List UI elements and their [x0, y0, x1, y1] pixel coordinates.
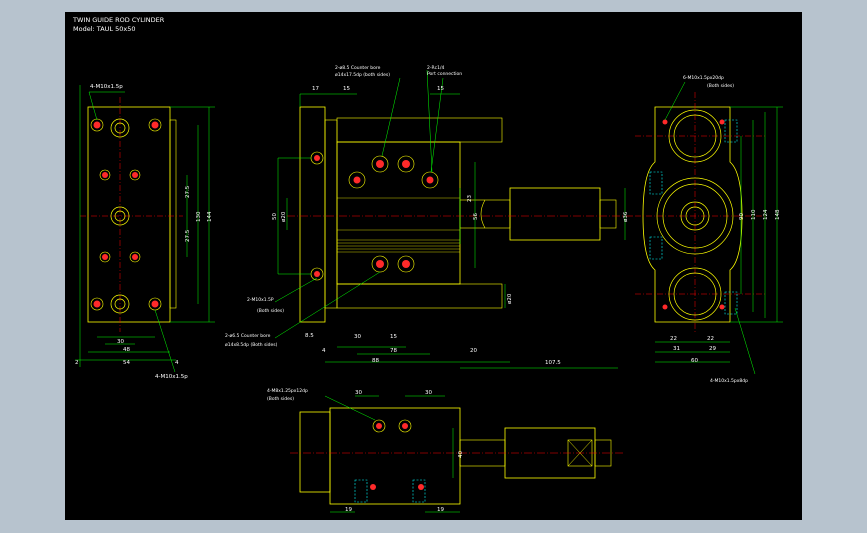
side-callout-counterbore-detail: ø14x17.5dp (both sides) [335, 72, 390, 78]
side-view: 2-ø8.5 Counter bore ø14x17.5dp (both sid… [225, 65, 633, 369]
dim-2: 2 [75, 360, 79, 366]
dim-54: 54 [123, 360, 130, 366]
dim-19-b: 19 [437, 507, 444, 513]
end-callout-tap: 6-M10x1.5px20dp [683, 75, 724, 81]
dim-dia-20-rod: ø20 [507, 293, 513, 304]
dim-40: 40 [458, 451, 464, 458]
dim-48: 48 [123, 347, 130, 353]
dim-130: 130 [196, 211, 202, 222]
dim-20: 20 [470, 348, 477, 354]
dim-22-b: 22 [707, 336, 714, 342]
dim-30-side: 30 [354, 334, 361, 340]
top-callout-tap-detail: (Both sides) [267, 396, 294, 402]
dim-8-5: 8.5 [305, 333, 314, 339]
dim-124: 124 [763, 209, 769, 220]
dim-15-a: 15 [343, 86, 350, 92]
dim-30-top-b: 30 [425, 390, 432, 396]
dim-88: 88 [372, 358, 379, 364]
dim-dia-36: ø36 [623, 211, 629, 222]
dim-19-a: 19 [345, 507, 352, 513]
dim-90: 90 [739, 213, 745, 220]
front-bottom-callout: 4-M10x1.5p [155, 374, 188, 380]
dim-60: 60 [691, 358, 698, 364]
dim-27-5-b: 27.5 [185, 229, 191, 242]
dim-148: 148 [775, 209, 781, 220]
cad-drawing-canvas: TWIN GUIDE ROD CYLINDER Model: TAUL 50x5… [65, 12, 802, 520]
end-view: 6-M10x1.5px20dp (Both sides) 4-M10x1.5px… [635, 75, 783, 384]
dim-15-c: 15 [390, 334, 397, 340]
dim-30-top-a: 30 [355, 390, 362, 396]
front-view: 4-M10x1.5p 4-M10x1.5p 2 54 48 30 4 27.5 … [75, 84, 215, 380]
dim-dia-20: ø20 [281, 211, 287, 222]
dim-107-5: 107.5 [545, 360, 561, 366]
model-label: Model: TAUL 50x50 [73, 25, 136, 33]
end-callout-tap-detail: (Both sides) [707, 83, 734, 89]
dim-17: 17 [312, 86, 319, 92]
end-callout-tap-2: 4-M10x1.5px8dp [710, 378, 748, 384]
top-callout-tap: 4-M8x1.25px12dp [267, 388, 308, 394]
dim-27-5-a: 27.5 [185, 185, 191, 198]
side-callout-tap-detail: (Both sides) [257, 308, 284, 314]
top-view: 4-M8x1.25px12dp (Both sides) 30 30 40 19… [267, 388, 625, 513]
side-callout-counterbore: 2-ø8.5 Counter bore [335, 65, 381, 71]
dim-30: 30 [117, 339, 124, 345]
side-callout-port-detail: Port connection [427, 71, 462, 77]
side-callout-counterbore-2-detail: ø14x8.5dp (Both sides) [225, 342, 278, 348]
side-callout-port: 2-Rc1/4 [427, 65, 444, 71]
dim-56: 56 [473, 213, 479, 220]
front-top-callout: 4-M10x1.5p [90, 84, 123, 90]
dim-4: 4 [175, 360, 179, 366]
dim-31: 31 [673, 346, 680, 352]
drawing-title: TWIN GUIDE ROD CYLINDER [72, 16, 165, 24]
dim-15-b: 15 [437, 86, 444, 92]
side-callout-tap: 2-M10x1.5P [247, 297, 274, 303]
dim-144: 144 [207, 211, 213, 222]
side-callout-counterbore-2: 2-ø6.5 Counter bore [225, 333, 271, 339]
dim-22-a: 22 [670, 336, 677, 342]
dim-110: 110 [751, 209, 757, 220]
dim-29: 29 [709, 346, 716, 352]
dim-4-side: 4 [322, 348, 326, 354]
dim-78: 78 [390, 348, 397, 354]
dim-23: 23 [467, 195, 473, 202]
dim-50: 50 [272, 213, 278, 220]
